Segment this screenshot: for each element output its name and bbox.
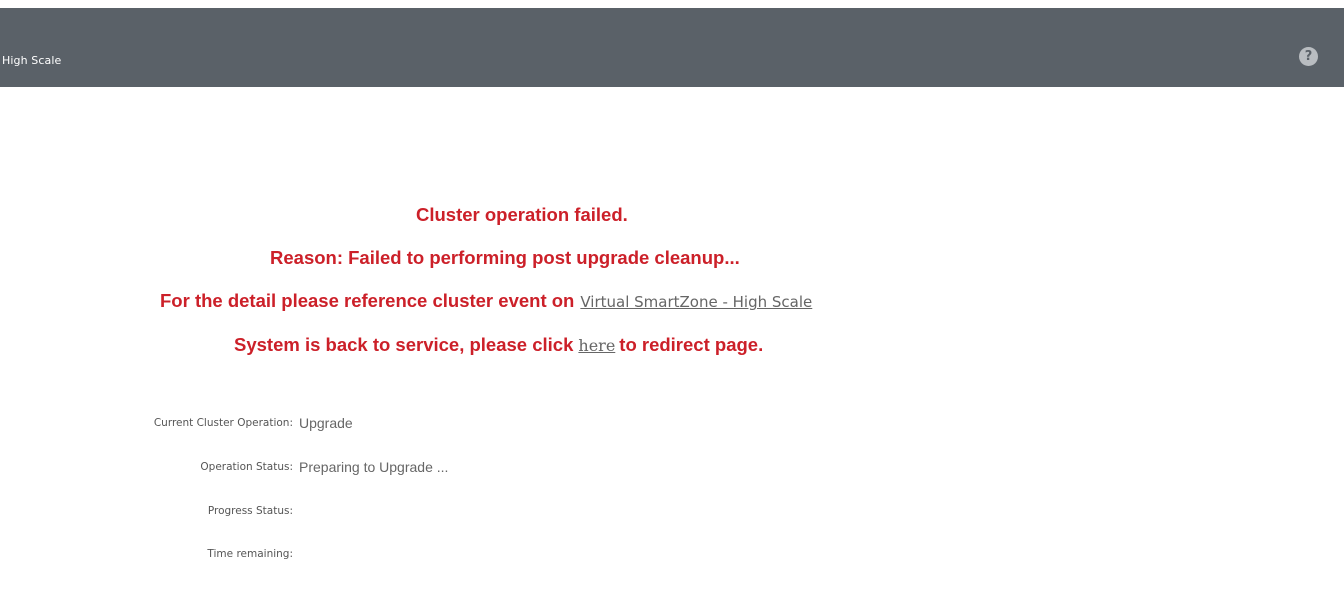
upgrade-status-page: High Scale ? Cluster operation failed. R… bbox=[0, 0, 1344, 614]
operation-status-row: Operation Status: Preparing to Upgrade .… bbox=[0, 458, 1344, 476]
redirect-suffix-text: to redirect page. bbox=[619, 334, 764, 355]
operation-failed-message: Cluster operation failed. bbox=[416, 204, 628, 225]
time-remaining-row: Time remaining: bbox=[0, 545, 1344, 563]
progress-status-row: Progress Status: bbox=[0, 502, 1344, 520]
progress-status-label: Progress Status: bbox=[207, 505, 293, 517]
operation-status-value: Preparing to Upgrade ... bbox=[299, 459, 449, 475]
current-operation-row: Current Cluster Operation: Upgrade bbox=[0, 414, 1344, 432]
cluster-event-link[interactable]: Virtual SmartZone - High Scale bbox=[580, 293, 812, 311]
top-header-bar: High Scale ? bbox=[0, 8, 1344, 87]
failure-reason-message: Reason: Failed to performing post upgrad… bbox=[270, 247, 740, 268]
header-title: High Scale bbox=[2, 54, 62, 67]
help-icon[interactable]: ? bbox=[1299, 47, 1318, 66]
redirect-here-link[interactable]: here bbox=[578, 336, 615, 355]
detail-reference-text: For the detail please reference cluster … bbox=[160, 290, 575, 311]
current-operation-value: Upgrade bbox=[299, 415, 353, 431]
time-remaining-label: Time remaining: bbox=[207, 548, 293, 560]
redirect-message: System is back to service, please click h… bbox=[234, 334, 763, 356]
redirect-prefix-text: System is back to service, please click bbox=[234, 334, 574, 355]
current-operation-label: Current Cluster Operation: bbox=[153, 417, 293, 429]
operation-status-label: Operation Status: bbox=[200, 461, 293, 473]
detail-reference-message: For the detail please reference cluster … bbox=[160, 290, 812, 312]
